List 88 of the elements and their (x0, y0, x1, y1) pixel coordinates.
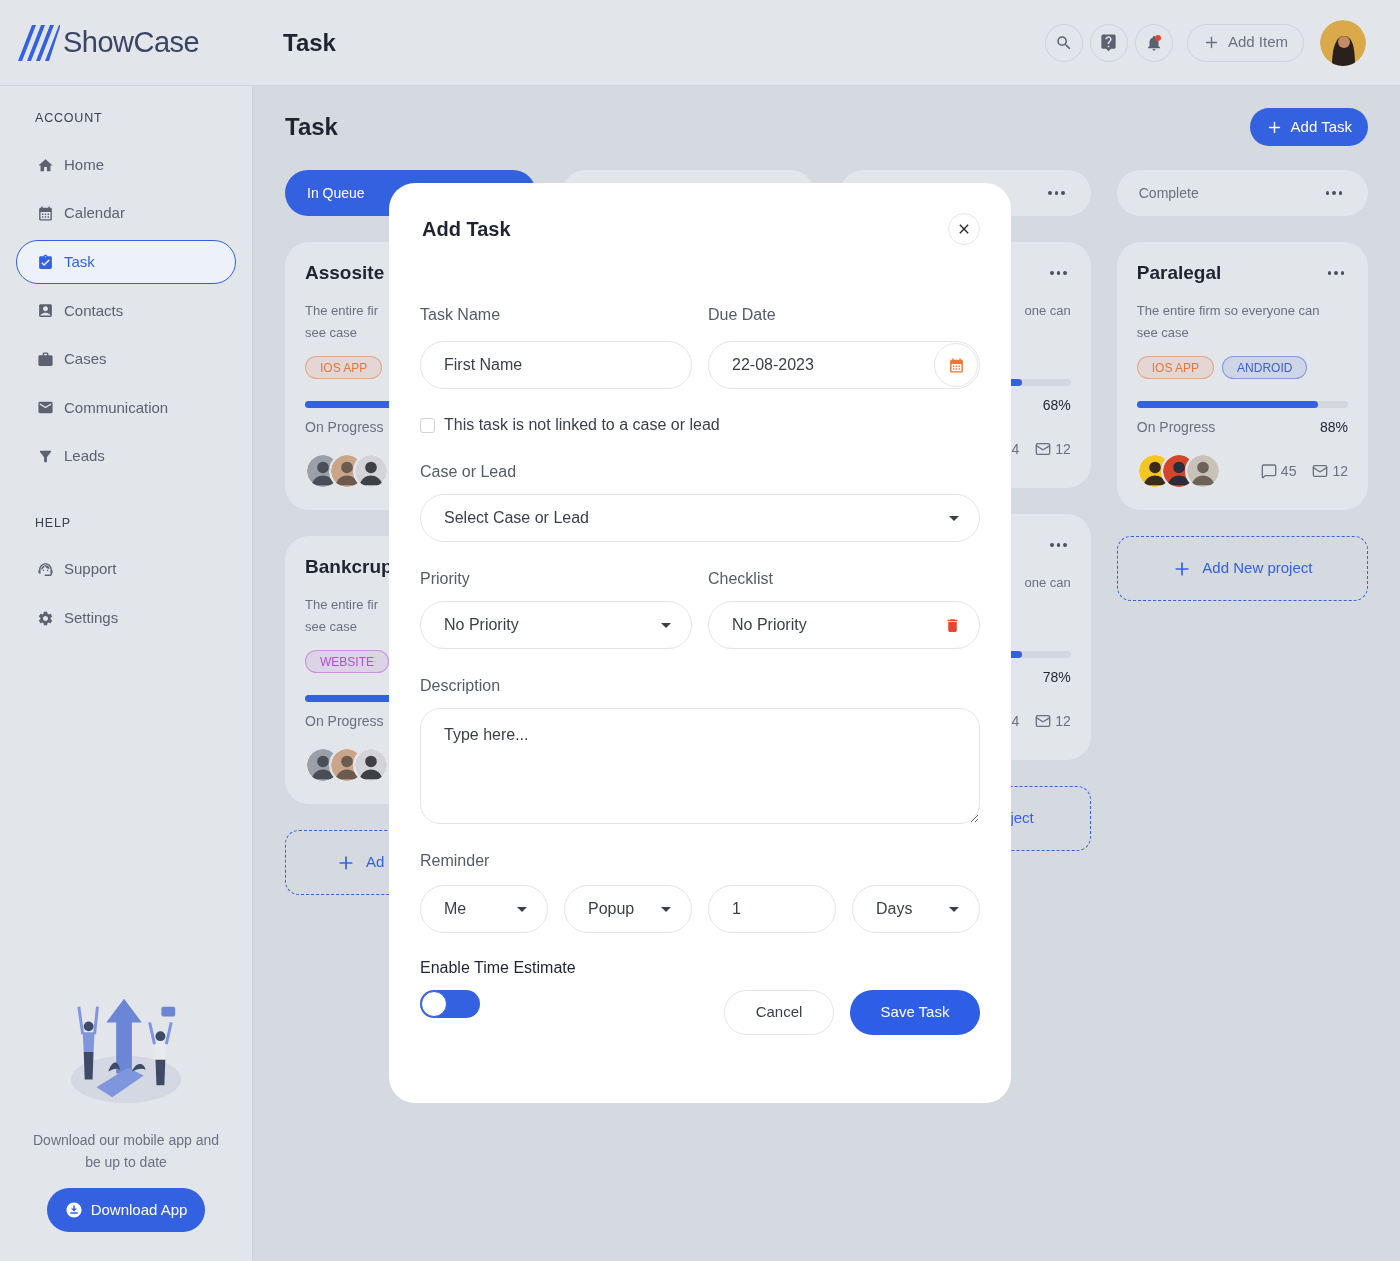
briefcase-icon (37, 350, 54, 368)
envelope-icon (1312, 463, 1329, 479)
field-label: Due Date (708, 305, 777, 325)
tag: IOS APP (1136, 356, 1215, 379)
card-description: The entire fir see case (305, 302, 378, 342)
count: 12 (1055, 439, 1071, 459)
calendar-button[interactable] (934, 343, 978, 387)
progress-percent: 78% (1042, 668, 1071, 687)
toggle[interactable] (420, 990, 480, 1018)
sidebar-item[interactable]: Settings (16, 596, 236, 641)
reminder-select[interactable]: Me (420, 885, 548, 933)
card-description: one can (1024, 574, 1071, 592)
field-label: Task Name (420, 305, 502, 325)
tag: ANDROID (1222, 356, 1308, 379)
promo-text: Download our mobile app and be up to date (32, 1131, 220, 1172)
sidebar-item[interactable]: Home (16, 143, 236, 187)
sidebar-item[interactable]: Support (16, 547, 236, 592)
caret-icon (949, 906, 959, 912)
add-task-button[interactable]: Add Task (1249, 108, 1368, 146)
section-title: Task (285, 112, 338, 142)
caret-icon (661, 906, 671, 912)
field-label: Checklist (708, 569, 774, 589)
case-or-lead-select[interactable]: Select Case or Lead (420, 494, 980, 542)
logo-icon (18, 24, 60, 61)
logo-text: ShowCase (63, 24, 200, 60)
count: 4 (1011, 439, 1020, 459)
card-description: The entire firm so everyone can see case (1136, 302, 1320, 342)
column-header[interactable]: Complete (1116, 170, 1368, 216)
sidebar-item[interactable]: Cases (16, 337, 236, 382)
reminder-field[interactable]: 1 (708, 885, 836, 933)
priority-select[interactable]: No Priority (420, 601, 692, 649)
page-title: Task (283, 27, 336, 58)
user-avatar[interactable] (1320, 19, 1366, 66)
count: 4 (1011, 711, 1020, 731)
tag: IOS APP (305, 356, 383, 379)
progress-label: On Progress (1136, 418, 1216, 437)
contact-card-icon (37, 302, 54, 320)
due-date-field[interactable]: 22-08-2023 (708, 341, 980, 389)
caret-icon (661, 622, 671, 628)
dialog-title: Add Task (421, 217, 511, 242)
comment-icon (1260, 463, 1277, 479)
field-label: Reminder (420, 851, 491, 871)
description-field[interactable]: Type here... (420, 708, 980, 824)
card-title: Assosite (305, 260, 385, 285)
add-project-button[interactable]: Add New project (1116, 536, 1368, 601)
checkbox[interactable] (420, 417, 435, 433)
save-task-button[interactable]: Save Task (850, 990, 980, 1035)
help-icon (1099, 33, 1119, 52)
field-label: Priority (420, 569, 471, 589)
sidebar-item[interactable]: Calendar (16, 191, 236, 236)
gear-icon (37, 609, 54, 627)
tag: WEBSITE (305, 650, 389, 673)
headset-person-icon (37, 561, 54, 579)
section-label: ACCOUNT (34, 111, 104, 125)
card-title: Bankcrup (305, 554, 393, 579)
task-name-field[interactable]: First Name (420, 341, 692, 389)
field-label: Case or Lead (420, 462, 518, 482)
toggle-label: Enable Time Estimate (420, 958, 577, 978)
download-icon (64, 1201, 83, 1219)
count: 12 (1332, 461, 1348, 481)
card-description: The entire fir see case (305, 596, 378, 636)
sidebar-item[interactable]: Leads (16, 434, 236, 479)
card-description: one can (1024, 302, 1071, 320)
checkbox-label: This task is not linked to a case or lead (444, 415, 720, 435)
home-icon (37, 156, 54, 174)
progress-percent: 68% (1042, 396, 1071, 415)
progress-percent: 88% (1319, 418, 1348, 437)
reminder-select[interactable]: Days (852, 885, 980, 933)
sidebar-item[interactable]: Task (16, 240, 236, 285)
sidebar-item[interactable]: Contacts (16, 288, 236, 333)
search-icon (1054, 33, 1073, 52)
caret-icon (517, 906, 527, 912)
download-app-button[interactable]: Download App (46, 1188, 206, 1232)
count: 12 (1055, 711, 1071, 731)
envelope-icon (1035, 441, 1052, 457)
calendar-icon (947, 356, 965, 374)
clipboard-check-icon (37, 253, 54, 271)
count: 45 (1280, 461, 1297, 481)
calendar-icon (37, 205, 54, 223)
sidebar-item[interactable]: Communication (16, 385, 236, 430)
reminder-select[interactable]: Popup (564, 885, 692, 933)
progress-label: On Progress (305, 418, 384, 437)
card-title: Paralegal (1136, 260, 1222, 285)
field-label: Description (420, 676, 502, 696)
envelope-icon (1035, 713, 1052, 729)
progress-label: On Progress (305, 712, 384, 731)
caret-icon (949, 515, 959, 521)
section-label: HELP (34, 515, 72, 530)
